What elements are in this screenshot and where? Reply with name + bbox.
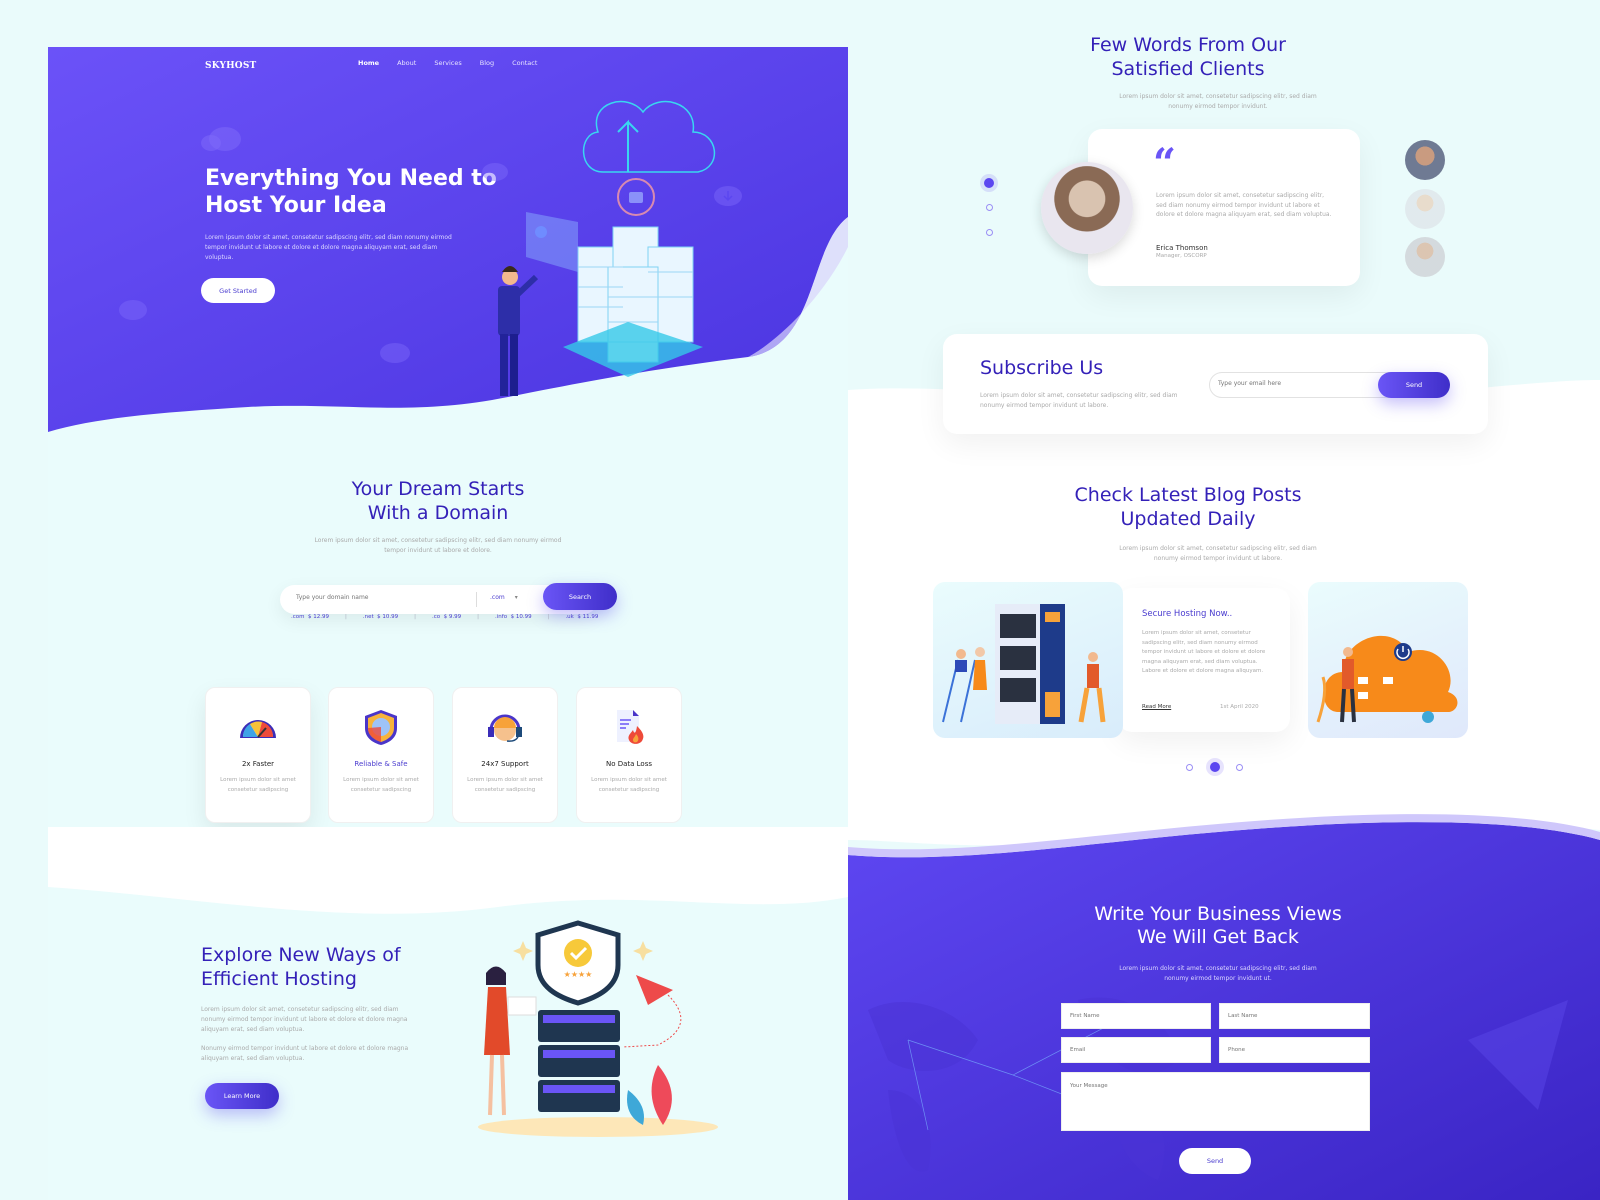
- quote-icon: “: [1153, 140, 1177, 187]
- email-field[interactable]: [1061, 1037, 1211, 1063]
- cloud-icon: [380, 343, 410, 363]
- learn-more-button[interactable]: Learn More: [205, 1083, 279, 1109]
- svg-text:★★★★: ★★★★: [564, 970, 593, 979]
- client-avatar-thumb-3[interactable]: [1405, 237, 1445, 277]
- testimonial-dot-3[interactable]: [986, 229, 993, 236]
- contact-send-button[interactable]: Send: [1179, 1148, 1251, 1174]
- logo[interactable]: SKYHOST: [205, 61, 256, 71]
- white-section-bg: [48, 427, 848, 837]
- client-avatar-thumb-2[interactable]: [1405, 189, 1445, 229]
- blog-image-cloud: [1308, 582, 1468, 738]
- first-name-field[interactable]: [1061, 1003, 1211, 1029]
- blog-title: Check Latest Blog Posts Updated Daily: [1074, 484, 1302, 530]
- testimonials-title: Few Words From Our Satisfied Clients: [1090, 34, 1286, 80]
- subscribe-subtitle: Lorem ipsum dolor sit amet, consetetur s…: [980, 392, 1178, 409]
- client-avatar-thumb-1[interactable]: [1405, 140, 1445, 180]
- server-illustration: [498, 101, 715, 396]
- nav-contact[interactable]: Contact: [512, 59, 537, 67]
- blog-subtitle: Lorem ipsum dolor sit amet, consetetur s…: [1119, 545, 1317, 562]
- client-name: Erica Thomson: [1156, 244, 1208, 252]
- explore-title: Explore New Ways of Efficient Hosting: [201, 944, 401, 990]
- nav-home[interactable]: Home: [358, 59, 379, 67]
- nav-about[interactable]: About: [397, 59, 416, 67]
- hero-subtitle: Lorem ipsum dolor sit amet, consetetur s…: [205, 234, 452, 261]
- landing-page-right: Few Words From Our Satisfied Clients Lore…: [848, 0, 1600, 1200]
- blog-image-server: [933, 582, 1123, 738]
- testimonials-subtitle: Lorem ipsum dolor sit amet, consetetur s…: [1119, 93, 1317, 110]
- server-rack-illustration: [942, 604, 1106, 724]
- security-illustration: ★★★★: [478, 920, 718, 1137]
- subscribe-title: Subscribe Us: [980, 357, 1104, 379]
- last-name-field[interactable]: [1219, 1003, 1370, 1029]
- blog-dot-2[interactable]: [1210, 762, 1220, 772]
- testimonial-dot-1[interactable]: [984, 178, 994, 188]
- blog-post-date: 1st April 2020: [1220, 704, 1259, 710]
- subscribe-send-button[interactable]: Send: [1378, 372, 1450, 398]
- contact-title: Write Your Business Views We Will Get Bac…: [1094, 903, 1342, 948]
- cloud-power-illustration: [1316, 635, 1458, 723]
- main-nav: Home About Services Blog Contact: [358, 59, 537, 67]
- blog-dot-1[interactable]: [1186, 764, 1193, 771]
- nav-blog[interactable]: Blog: [480, 59, 494, 67]
- read-more-link[interactable]: Read More: [1142, 704, 1171, 710]
- contact-subtitle: Lorem ipsum dolor sit amet, consetetur s…: [1119, 965, 1317, 982]
- client-avatar-large: [1041, 162, 1133, 254]
- cloud-icon: [201, 127, 241, 151]
- hero-title: Everything You Need to Host Your Idea: [205, 166, 497, 218]
- message-field[interactable]: [1061, 1072, 1370, 1131]
- explore-paragraph-1: Lorem ipsum dolor sit amet, consetetur s…: [201, 1006, 408, 1033]
- get-started-button[interactable]: Get Started: [201, 278, 275, 303]
- client-role: Manager, OSCORP: [1156, 253, 1207, 259]
- testimonial-quote: Lorem ipsum dolor sit amet, consetetur s…: [1156, 192, 1332, 218]
- phone-field[interactable]: [1219, 1037, 1370, 1063]
- blog-post-title[interactable]: Secure Hosting Now..: [1142, 609, 1232, 619]
- email-input[interactable]: [1218, 380, 1368, 387]
- blog-post-excerpt: Lorem ipsum dolor sit amet, consetetur s…: [1142, 630, 1266, 674]
- blog-dot-3[interactable]: [1236, 764, 1243, 771]
- explore-paragraph-2: Nonumy eirmod tempor invidunt ut labore …: [201, 1045, 409, 1062]
- cloud-icon: [119, 300, 147, 320]
- nav-services[interactable]: Services: [434, 59, 461, 67]
- testimonial-dot-2[interactable]: [986, 204, 993, 211]
- landing-page-left: SKYHOST Home About Services Blog Contact…: [48, 47, 848, 1200]
